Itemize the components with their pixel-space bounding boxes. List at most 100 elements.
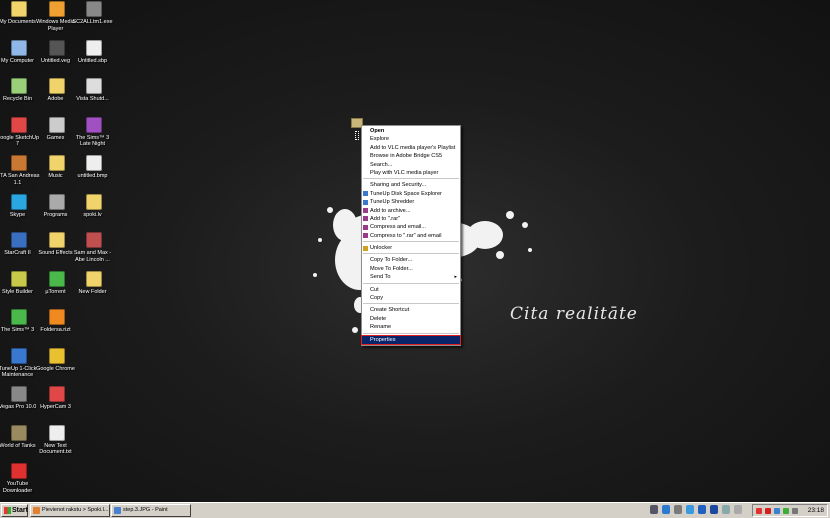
quicklaunch-icon[interactable] [734,505,742,514]
taskbar-button-paint[interactable]: step.3.JPG - Paint [111,504,191,517]
quicklaunch-icon[interactable] [710,505,718,514]
menu-item-sharing-and-security[interactable]: Sharing and Security... [362,181,460,189]
menu-item-label: Open [370,128,385,134]
desktop-icon[interactable]: YouTube Downloader [0,462,38,500]
desktop[interactable]: Cita realitāte My Documents My Computer Re… [0,0,830,502]
menu-item-copy[interactable]: Copy [362,294,460,302]
menu-item-unlocker[interactable]: Unlocker [362,244,460,252]
quicklaunch-icon[interactable] [662,505,670,514]
quicklaunch-icon[interactable] [698,505,706,514]
desktop-icon[interactable]: Vegas Pro 10.0 [0,385,38,423]
menu-item-label: Sharing and Security... [370,182,427,189]
volume-icon[interactable] [792,508,798,514]
desktop-icon[interactable]: Skype [0,193,38,231]
desktop-icon[interactable]: HyperCam 3 [38,385,76,423]
programs-icon [49,193,65,210]
quicklaunch-icon[interactable] [674,505,682,514]
menu-item-label: Explore [370,136,389,143]
desktop-icon[interactable]: My Computer [0,39,38,77]
desktop-icon[interactable]: Recycle Bin [0,77,38,115]
desktop-icon[interactable]: World of Tanks [0,424,38,462]
desktop-icon-label: HyperCam 3 [40,404,71,410]
quicklaunch-icon[interactable] [650,505,658,514]
quick-launch-toolbar [650,505,750,516]
desktop-icon[interactable]: New Folder [75,270,113,308]
desktop-icon-label: New Folder [78,288,107,295]
menu-item-label: Compress and email... [370,224,426,231]
desktop-icon[interactable]: Google Chrome [36,347,76,385]
menu-item-cut[interactable]: Cut [362,286,460,294]
shutdown-icon [86,78,102,94]
desktop-icon[interactable]: Style Builder [0,270,38,308]
desktop-icon[interactable]: Foldersa.rizt [38,308,76,346]
menu-item-copy-to-folder[interactable]: Copy To Folder... [362,256,460,264]
tuneup-icon [11,347,27,364]
menu-item-create-shortcut[interactable]: Create Shortcut [362,306,460,314]
menu-item-browse-in-adobe-bridge-cs5[interactable]: Browse in Adobe Bridge CS5 [362,152,460,160]
paint-icon [114,507,121,514]
menu-item-open[interactable]: Open [362,127,460,135]
menu-item-compress-to-rar-and-email[interactable]: Compress to ".rar" and email [362,232,460,240]
utorrent-icon [49,270,65,287]
menu-item-rename[interactable]: Rename [362,323,460,331]
menu-item-send-to[interactable]: Send To ▸ [362,273,460,281]
menu-item-label: Compress to ".rar" and email [370,232,442,239]
menu-item-label: Move To Folder... [370,265,413,272]
winrar-icon [363,224,368,230]
menu-item-label: TuneUp Shredder [370,199,415,206]
quicklaunch-icon[interactable] [686,505,694,514]
tray-icon[interactable] [783,508,789,514]
menu-item-add-to-rar[interactable]: Add to ".rar" [362,215,460,223]
desktop-icon[interactable]: StarCraft II [0,231,38,269]
desktop-icon[interactable]: The Sims™ 3 [0,308,38,346]
menu-item-properties[interactable]: Properties [361,334,461,346]
desktop-icon[interactable]: Vista Shutd... [75,77,113,115]
taskbar-button-browser[interactable]: Pievienot rakstu > Spoki.l... [30,504,110,517]
desktop-icon[interactable]: TuneUp 1-Click Maintenance [0,347,38,385]
menu-item-label: Properties [370,336,396,343]
menu-item-label: Unlocker [370,245,393,252]
desktop-icon[interactable]: The Sims™ 3 Late Night [75,116,113,154]
tray-icon[interactable] [756,508,762,514]
desktop-icon[interactable]: MTA San Andreas 1.1 [0,154,39,192]
desktop-icon[interactable]: Untitled.sbp [75,39,113,77]
start-label: Start [12,507,28,514]
menu-item-add-to-archive[interactable]: Add to archive... [362,207,460,215]
computer-icon [11,39,27,56]
menu-item-search[interactable]: Search... [362,161,460,169]
desktop-icon-label: untitled.bmp [77,173,108,179]
submenu-arrow-icon: ▸ [454,274,457,281]
desktop-icon[interactable]: New Text Document.txt [38,424,76,462]
desktop-icon-label: Google Chrome [36,365,75,372]
style-builder-icon [11,270,27,287]
desktop-icon[interactable]: SC2ALLtm1.exe [72,0,113,38]
menu-item-tuneup-disk-space-explorer[interactable]: TuneUp Disk Space Explorer [362,190,460,198]
menu-item-tuneup-shredder[interactable]: TuneUp Shredder [362,198,460,206]
vlc-icon [49,309,65,325]
menu-item-add-to-vlc-media-player-s-playlist[interactable]: Add to VLC media player's Playlist [362,144,460,152]
tray-icon[interactable] [774,508,780,514]
browser-icon [33,507,40,514]
desktop-icon[interactable]: untitled.bmp [75,154,113,192]
quicklaunch-icon[interactable] [722,505,730,514]
menu-item-label: Add to archive... [370,207,411,214]
desktop-icon[interactable]: spoki.lv [75,193,113,231]
desktop-icon[interactable]: Google SketchUp 7 [0,116,39,154]
context-menu: Open Explore Add to VLC media player's Pla… [361,125,461,346]
wot-icon [11,424,27,441]
menu-item-explore[interactable]: Explore [362,135,460,143]
menu-item-play-with-vlc-media-player[interactable]: Play with VLC media player [362,169,460,177]
system-tray: 23:18 [752,504,828,517]
menu-item-label: Send To [370,274,391,281]
desktop-icon[interactable]: Sam and Max - Abe Lincoln ... [74,231,113,269]
folder-docs-icon [11,1,27,17]
menu-item-move-to-folder[interactable]: Move To Folder... [362,265,460,273]
menu-item-label: Copy [370,295,384,302]
start-button[interactable]: Start [1,504,28,517]
clock: 23:18 [807,507,824,514]
desktop-icon[interactable]: My Documents [0,0,38,38]
tray-icon[interactable] [765,508,771,514]
menu-item-compress-and-email[interactable]: Compress and email... [362,223,460,231]
menu-item-delete[interactable]: Delete [362,315,460,323]
hypercam-icon [49,386,65,402]
